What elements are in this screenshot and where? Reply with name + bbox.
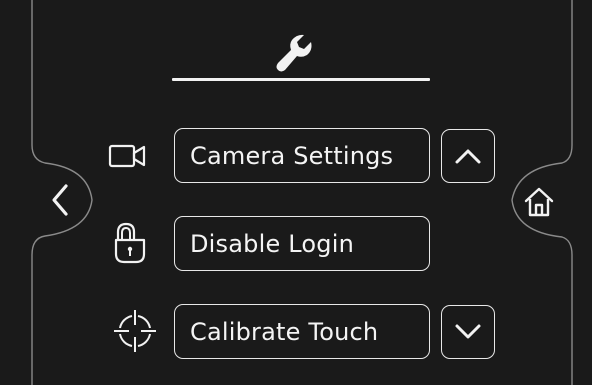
chevron-up-icon: [455, 149, 481, 164]
home-icon: [524, 187, 554, 217]
camera-icon: [108, 144, 146, 168]
calibrate-touch-button[interactable]: Calibrate Touch: [174, 304, 430, 359]
target-icon: [114, 310, 156, 352]
scroll-down-button[interactable]: [441, 305, 495, 359]
chevron-left-icon: [52, 184, 68, 216]
back-button[interactable]: [40, 170, 80, 230]
camera-settings-label: Camera Settings: [190, 141, 394, 170]
disable-login-label: Disable Login: [190, 229, 355, 258]
scroll-up-button[interactable]: [441, 129, 495, 183]
calibrate-touch-label: Calibrate Touch: [190, 317, 379, 346]
chevron-down-icon: [455, 324, 481, 339]
settings-screen: Camera Settings Disable Login Calibrate …: [0, 0, 592, 385]
wrench-icon: [276, 34, 312, 72]
disable-login-button[interactable]: Disable Login: [174, 216, 430, 271]
home-button[interactable]: [514, 172, 564, 232]
lock-icon: [114, 222, 146, 264]
title-underline: [172, 78, 430, 81]
camera-settings-button[interactable]: Camera Settings: [174, 128, 430, 183]
